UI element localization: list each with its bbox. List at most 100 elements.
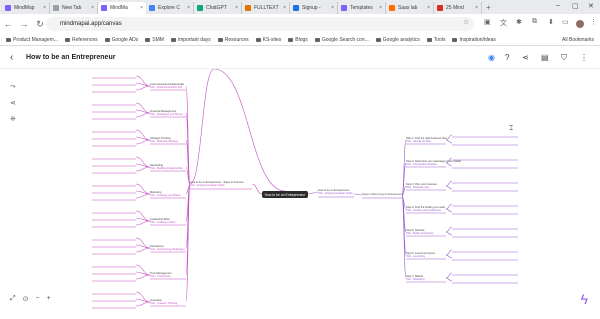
back-nav-icon[interactable]: ← <box>0 19 16 29</box>
maximize-icon[interactable]: ▢ <box>572 2 579 10</box>
ai-bolt-icon[interactable]: ϟ <box>581 291 588 307</box>
close-tab-icon[interactable]: × <box>235 5 238 11</box>
bookmark-item[interactable]: important days <box>170 37 211 43</box>
close-window-icon[interactable]: ✕ <box>588 2 594 10</box>
bookmark-item[interactable]: KS-sites <box>255 36 282 43</box>
extension-icon[interactable]: ▣ <box>484 18 491 26</box>
bookmark-item[interactable]: Tools <box>426 36 446 43</box>
close-tab-icon[interactable]: × <box>187 5 190 11</box>
zoom-in-icon[interactable]: + <box>47 295 51 303</box>
bookmark-item[interactable]: SMM <box>145 37 164 43</box>
url-text: mindmapai.app/canvas <box>60 21 122 27</box>
close-tab-icon[interactable]: × <box>91 5 94 11</box>
arrow-left-icon[interactable]: ‹ <box>10 52 13 63</box>
left-hub-node[interactable]: Strategic Thinking Title - Business Strat… <box>150 137 178 143</box>
bookmark-item[interactable]: Google analytics <box>375 37 420 43</box>
share-tree-icon[interactable]: ⋖ <box>10 99 16 107</box>
right-step-node[interactable]: Step 7: Market Title - Marketing <box>406 275 425 281</box>
bookmark-item[interactable]: Product Managem... <box>6 37 58 43</box>
right-hub-node[interactable]: How to be an Entrepreneur Title - Entrepr… <box>318 189 353 195</box>
translate-icon[interactable]: 文 <box>500 18 507 28</box>
bookmark-item[interactable]: Inspiration/ideas <box>452 36 496 43</box>
extension-icon-2[interactable]: ✱ <box>516 18 522 26</box>
browser-tab[interactable]: New Tab × <box>50 2 98 14</box>
bookmarks-bar: Product Managem... References Google ADs SM… <box>0 34 600 46</box>
branch-icon[interactable]: ⁜ <box>10 115 16 123</box>
save-icon[interactable]: ⛉ <box>561 53 567 63</box>
close-tab-icon[interactable]: × <box>475 5 478 11</box>
left-hub-node[interactable]: Innovation Title - Creative Thinking <box>150 299 177 305</box>
right-hub-node-2[interactable]: Steps to Becoming an Entrepreneur <box>362 193 403 196</box>
bookmark-label: Tools <box>433 36 446 43</box>
share-icon[interactable]: ⋖ <box>522 53 529 62</box>
tab-label: Saas lab <box>398 5 418 11</box>
close-tab-icon[interactable]: × <box>379 5 382 11</box>
layout-icon[interactable]: ⤳ <box>10 83 16 91</box>
right-step-node[interactable]: Step 2: Determine your advantage in the … <box>406 160 461 166</box>
left-hub-node[interactable]: Leadership Skills Title - Leading a Team <box>150 218 176 224</box>
menu-icon[interactable]: ⋮ <box>590 18 597 26</box>
mindmap-canvas[interactable]: How to be an Entrepreneur - Steps to Suc… <box>0 69 600 319</box>
close-tab-icon[interactable]: × <box>427 5 430 11</box>
sidebar-icon[interactable]: ▭ <box>562 18 569 26</box>
profile-avatar[interactable] <box>576 20 584 28</box>
close-tab-icon[interactable]: × <box>283 5 286 11</box>
tab-favicon-icon <box>197 5 203 11</box>
browser-tabbar: MindMap × New Tab × MindMa × Explore C × ChatGPT… <box>0 0 600 14</box>
bookmark-item[interactable]: References <box>65 37 98 43</box>
close-tab-icon[interactable]: × <box>140 5 143 11</box>
mindmap-edge <box>445 254 453 259</box>
url-bar[interactable]: mindmapai.app/canvas <box>46 17 474 31</box>
mindmap-edge <box>445 180 453 187</box>
close-tab-icon[interactable]: × <box>43 5 46 11</box>
right-step-node[interactable]: Step 3: Plan your business Title - Busine… <box>406 183 437 189</box>
bookmark-item[interactable]: Google Search con... <box>314 37 369 43</box>
browser-tab[interactable]: MindMa × <box>98 2 146 14</box>
all-bookmarks[interactable]: All Bookmarks <box>562 37 594 43</box>
bookmark-label: Google ADs <box>111 36 139 43</box>
app-header: ‹ How to be an Entrepreneur ◉ ? ⋖ ▤ ⛉ ⋮ <box>0 47 600 69</box>
left-hub-node[interactable]: Marketing Title - Growing your Brand <box>150 191 180 197</box>
bookmark-label: KS-sites <box>262 36 282 43</box>
browser-tab[interactable]: 25 Mind × <box>434 2 482 14</box>
right-step-node[interactable]: Step 5: Network Title - Build connections <box>406 229 433 235</box>
minimize-icon[interactable]: – <box>556 2 560 9</box>
more-icon[interactable]: ⋮ <box>580 53 588 62</box>
ai-icon[interactable]: ◉ <box>488 53 495 62</box>
mindmap-edge <box>135 220 151 226</box>
tab-label: Templates <box>350 5 373 11</box>
new-tab-button[interactable]: + <box>486 3 491 12</box>
left-hub-node[interactable]: Persistence Title - Overcoming Challenges <box>150 245 185 251</box>
bookmark-item[interactable]: Blogs <box>288 37 308 43</box>
bookmark-item[interactable]: Google ADs <box>104 36 139 43</box>
fit-icon[interactable]: ⊙ <box>23 295 29 303</box>
bookmark-item[interactable]: Resources <box>217 37 249 43</box>
export-icon[interactable]: ▤ <box>541 53 549 62</box>
root-node[interactable]: How to be an Entrepreneur <box>262 191 308 198</box>
browser-tab[interactable]: FULLTEXT × <box>242 2 290 14</box>
browser-tab[interactable]: Saas lab × <box>386 2 434 14</box>
browser-tab[interactable]: Templates × <box>338 2 386 14</box>
right-step-node[interactable]: Step 1: Find the right business idea Titl… <box>406 137 447 143</box>
browser-tab[interactable]: Explore C × <box>146 2 194 14</box>
browser-tab[interactable]: ChatGPT × <box>194 2 242 14</box>
right-step-node[interactable]: Step 6: Launch and grow Title - Launching <box>406 252 435 258</box>
left-hub-node[interactable]: Learn business fundamentals Title - Entre… <box>150 83 184 89</box>
fit-screen-icon[interactable]: ⤢ <box>10 295 16 303</box>
star-icon[interactable]: ☆ <box>463 18 469 26</box>
puzzle-icon[interactable]: ⧉ <box>532 18 537 26</box>
close-tab-icon[interactable]: × <box>331 5 334 11</box>
right-step-node[interactable]: Step 4: Find the funding you need Title -… <box>406 206 445 212</box>
bookmark-label: Inspiration/ideas <box>459 36 496 43</box>
browser-tab[interactable]: MindMap × <box>2 2 50 14</box>
left-hub-node[interactable]: Financial Management Title - Managing you… <box>150 110 183 116</box>
forward-nav-icon[interactable]: → <box>16 19 32 29</box>
help-icon[interactable]: ? <box>505 53 509 62</box>
left-main-hub[interactable]: How to be an Entrepreneur - Steps to Suc… <box>190 181 244 187</box>
tab-label: MindMa <box>110 5 128 11</box>
zoom-out-icon[interactable]: − <box>35 295 39 303</box>
left-hub-node[interactable]: Time Management Title - Productivity <box>150 272 172 278</box>
download-icon[interactable]: ⬇ <box>548 18 554 26</box>
browser-tab[interactable]: Signup - × <box>290 2 338 14</box>
left-hub-node[interactable]: Networking Title - Building Relationships <box>150 164 183 170</box>
